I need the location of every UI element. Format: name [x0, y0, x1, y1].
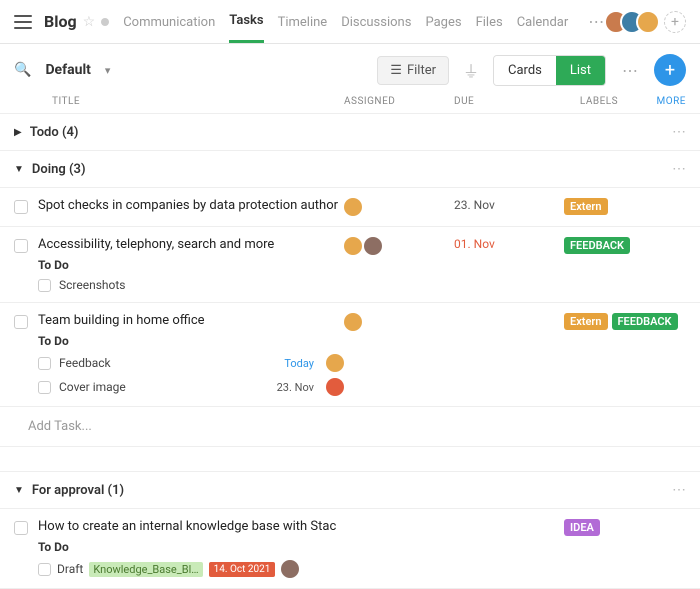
label-idea[interactable]: IDEA	[564, 519, 600, 536]
page-title: Blog	[44, 12, 77, 31]
group-more-icon[interactable]: ⋯	[672, 161, 686, 177]
filter-label: Filter	[407, 63, 436, 78]
tab-pages[interactable]: Pages	[425, 15, 461, 42]
subtask-header: To Do	[38, 334, 344, 348]
task-checkbox[interactable]	[14, 521, 28, 535]
task-title: Accessibility, telephony, search and mor…	[38, 237, 344, 252]
subtask-row[interactable]: Draft Knowledge_Base_Bl… 14. Oct 2021	[38, 560, 344, 578]
subtask-name: Screenshots	[59, 278, 344, 292]
group-approval[interactable]: ▼ For approval (1) ⋯	[0, 471, 700, 509]
tab-timeline[interactable]: Timeline	[278, 15, 328, 42]
chevron-down-icon[interactable]: ▾	[105, 64, 111, 77]
task-due: 23. Nov	[454, 198, 564, 212]
tab-calendar[interactable]: Calendar	[517, 15, 569, 42]
task-row[interactable]: Spot checks in companies by data protect…	[0, 188, 700, 227]
task-assignees	[344, 313, 454, 331]
group-todo[interactable]: ▶ Todo (4) ⋯	[0, 114, 700, 151]
view-toggle: Cards List	[493, 55, 606, 86]
task-row[interactable]: Accessibility, telephony, search and mor…	[0, 227, 700, 303]
filter-icon: ☰	[390, 63, 402, 78]
task-checkbox[interactable]	[14, 200, 28, 214]
col-more[interactable]: MORE	[634, 96, 686, 107]
col-labels: LABELS	[564, 96, 634, 107]
subtask-due: Today	[284, 357, 314, 370]
avatar[interactable]	[344, 237, 362, 255]
avatar[interactable]	[364, 237, 382, 255]
filter-button[interactable]: ☰ Filter	[377, 56, 449, 85]
list-view-button[interactable]: List	[556, 56, 605, 85]
caret-right-icon: ▶	[14, 127, 22, 138]
task-title: How to create an internal knowledge base…	[38, 519, 344, 534]
group-doing[interactable]: ▼ Doing (3) ⋯	[0, 151, 700, 188]
subtask-row[interactable]: Screenshots	[38, 278, 344, 292]
tab-files[interactable]: Files	[476, 15, 503, 42]
subtask-checkbox[interactable]	[38, 279, 51, 292]
tab-discussions[interactable]: Discussions	[341, 15, 411, 42]
add-button[interactable]: +	[654, 54, 686, 86]
subtask-checkbox[interactable]	[38, 563, 51, 576]
label-extern[interactable]: Extern	[564, 313, 608, 330]
task-title: Team building in home office	[38, 313, 344, 328]
subtask-name: Feedback	[59, 356, 276, 370]
label-feedback[interactable]: FEEDBACK	[612, 313, 678, 330]
caret-down-icon: ▼	[14, 164, 24, 175]
subtask-checkbox[interactable]	[38, 381, 51, 394]
label-extern[interactable]: Extern	[564, 198, 608, 215]
subtask-row[interactable]: Feedback Today	[38, 354, 344, 372]
caret-down-icon: ▼	[14, 485, 24, 496]
view-name[interactable]: Default	[45, 62, 90, 78]
tab-tasks[interactable]: Tasks	[229, 13, 263, 43]
menu-icon[interactable]	[14, 15, 32, 29]
subtask-name: Draft	[57, 562, 83, 576]
task-assignees	[344, 198, 454, 216]
task-checkbox[interactable]	[14, 315, 28, 329]
avatar[interactable]	[326, 354, 344, 372]
task-due: 01. Nov	[454, 237, 564, 251]
group-name: Doing (3)	[32, 162, 86, 177]
avatar[interactable]	[281, 560, 299, 578]
label-feedback[interactable]: FEEDBACK	[564, 237, 630, 254]
task-assignees	[344, 237, 454, 255]
col-assigned: ASSIGNED	[344, 96, 454, 107]
add-task-button[interactable]: Add Task...	[0, 407, 700, 447]
subtask-header: To Do	[38, 540, 344, 554]
avatar[interactable]	[344, 313, 362, 331]
task-checkbox[interactable]	[14, 239, 28, 253]
group-more-icon[interactable]: ⋯	[672, 482, 686, 498]
subtask-header: To Do	[38, 258, 344, 272]
cards-view-button[interactable]: Cards	[494, 56, 556, 85]
star-icon[interactable]: ☆	[83, 14, 96, 30]
avatar[interactable]	[636, 10, 660, 34]
group-more-icon[interactable]: ⋯	[672, 124, 686, 140]
status-dot	[101, 18, 109, 26]
subtask-due: 23. Nov	[277, 381, 314, 394]
group-name: Todo (4)	[30, 125, 79, 140]
date-chip: 14. Oct 2021	[209, 562, 276, 577]
task-row[interactable]: Team building in home office To Do Feedb…	[0, 303, 700, 407]
tab-communication[interactable]: Communication	[123, 15, 215, 42]
group-name: For approval (1)	[32, 483, 124, 498]
activity-icon[interactable]: ⏚	[459, 58, 483, 82]
task-title: Spot checks in companies by data protect…	[38, 198, 344, 213]
file-attachment[interactable]: Knowledge_Base_Bl…	[89, 562, 202, 577]
subtask-name: Cover image	[59, 380, 269, 394]
add-member-button[interactable]: +	[664, 11, 686, 33]
avatar[interactable]	[326, 378, 344, 396]
toolbar-more-icon[interactable]: ⋯	[616, 61, 644, 80]
col-title: TITLE	[14, 96, 344, 107]
subtask-checkbox[interactable]	[38, 357, 51, 370]
avatar[interactable]	[344, 198, 362, 216]
task-row[interactable]: How to create an internal knowledge base…	[0, 509, 700, 589]
search-icon[interactable]: 🔍	[14, 62, 31, 78]
member-avatars: +	[612, 10, 686, 34]
subtask-row[interactable]: Cover image 23. Nov	[38, 378, 344, 396]
col-due: DUE	[454, 96, 564, 107]
tab-bar: Communication Tasks Timeline Discussions…	[123, 12, 612, 31]
